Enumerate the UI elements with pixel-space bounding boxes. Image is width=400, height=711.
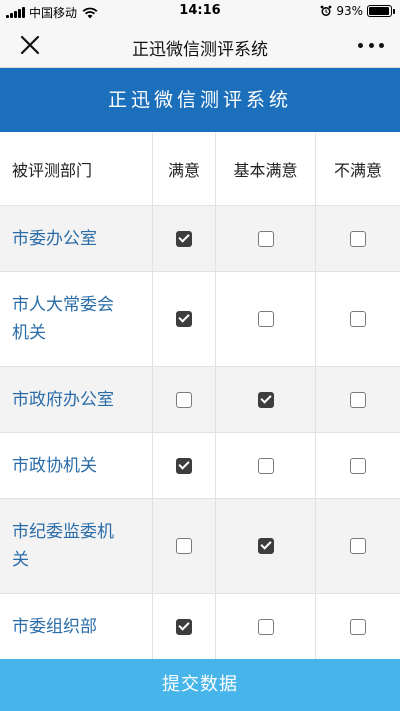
basic-satisfied-checkbox[interactable] <box>257 311 274 327</box>
dept-name[interactable]: 市委办公室 <box>12 225 97 253</box>
satisfied-cell <box>153 272 216 366</box>
table-row: 市政府办公室 <box>0 367 400 433</box>
dissatisfied-cell <box>316 367 400 432</box>
header-cell-dept: 被评测部门 <box>0 132 153 205</box>
dept-name[interactable]: 市纪委监委机关 <box>12 518 114 574</box>
dissatisfied-checkbox[interactable] <box>350 391 366 408</box>
dept-name-line1: 市委办公室 <box>12 228 97 249</box>
basic-satisfied-checkbox[interactable] <box>257 457 274 474</box>
table-header-row: 被评测部门 满意 基本满意 不满意 <box>0 132 400 206</box>
dissatisfied-cell <box>316 206 400 271</box>
dept-cell: 市委组织部 <box>0 594 153 659</box>
dissatisfied-cell <box>316 594 400 659</box>
header-dept-label: 被评测部门 <box>12 160 93 180</box>
evaluation-table: 被评测部门 满意 基本满意 不满意 市委办公室市人大常委会 机关市政府办公室 市政协… <box>0 132 400 660</box>
battery-percent: 93% <box>336 4 363 18</box>
satisfied-cell <box>153 206 216 271</box>
dept-cell: 市政府办公室 <box>0 367 153 432</box>
dept-cell: 市纪委监委机关 <box>0 499 153 593</box>
table-row: 市纪委监委机关 <box>0 499 400 594</box>
dept-name[interactable]: 市政协机关 <box>12 452 97 480</box>
dissatisfied-checkbox[interactable] <box>350 457 366 474</box>
nav-bar: 正迅微信测评系统 <box>0 22 400 68</box>
basic-satisfied-cell <box>216 367 316 432</box>
battery-icon <box>367 5 395 17</box>
basic-satisfied-cell <box>216 206 316 271</box>
satisfied-cell <box>153 367 216 432</box>
basic-satisfied-checkbox[interactable] <box>257 230 274 247</box>
basic-satisfied-cell <box>216 594 316 659</box>
basic-satisfied-checkbox[interactable] <box>257 618 274 635</box>
satisfied-checkbox[interactable] <box>176 538 192 554</box>
dept-name-line1: 市人大常委会 <box>12 295 114 315</box>
dissatisfied-checkbox[interactable] <box>350 538 366 554</box>
dept-name-line1: 市政府办公室 <box>12 389 114 410</box>
header-basic-label: 基本满意 <box>233 160 298 180</box>
dept-name[interactable]: 市政府办公室 <box>12 386 114 414</box>
battery-tip <box>393 9 395 14</box>
dissatisfied-cell <box>316 499 400 593</box>
satisfied-checkbox[interactable] <box>176 311 192 327</box>
satisfied-checkbox[interactable] <box>176 618 192 635</box>
dept-name-line2: 机关 <box>12 323 46 343</box>
satisfied-checkbox[interactable] <box>176 391 192 408</box>
dept-name-line1: 市委组织部 <box>12 616 97 637</box>
header-cell-dissatisfied: 不满意 <box>316 132 400 205</box>
dept-name[interactable]: 市委组织部 <box>12 613 97 641</box>
header-cell-satisfied: 满意 <box>153 132 216 205</box>
submit-button[interactable]: 提交数据 <box>0 659 400 711</box>
dept-cell: 市人大常委会 机关 <box>0 272 153 366</box>
header-satisfied-label: 满意 <box>167 160 200 180</box>
dept-name-line2: 关 <box>12 550 29 570</box>
dissatisfied-cell <box>316 433 400 498</box>
more-icon[interactable] <box>358 33 384 57</box>
table-row: 市委办公室 <box>0 206 400 272</box>
satisfied-cell <box>153 499 216 593</box>
table-row: 市政协机关 <box>0 433 400 499</box>
satisfied-checkbox[interactable] <box>176 457 192 474</box>
satisfied-checkbox[interactable] <box>176 230 192 247</box>
dept-cell: 市委办公室 <box>0 206 153 271</box>
dissatisfied-checkbox[interactable] <box>350 311 366 327</box>
header-dissatisfied-label: 不满意 <box>333 160 382 180</box>
basic-satisfied-checkbox[interactable] <box>257 538 274 554</box>
basic-satisfied-cell <box>216 433 316 498</box>
header-cell-basic: 基本满意 <box>216 132 316 205</box>
status-bar: 中国移动 14:16 93% <box>0 0 400 22</box>
table-body: 市委办公室市人大常委会 机关市政府办公室 市政协机关市纪委监委机关市委组织部 <box>0 206 400 660</box>
alarm-icon <box>320 5 332 16</box>
dept-name[interactable]: 市人大常委会 机关 <box>12 291 114 347</box>
satisfied-cell <box>153 433 216 498</box>
table-row: 市人大常委会 机关 <box>0 272 400 367</box>
table-row: 市委组织部 <box>0 594 400 660</box>
basic-satisfied-checkbox[interactable] <box>257 391 274 408</box>
page-banner: 正迅微信测评系统 <box>0 68 400 132</box>
basic-satisfied-cell <box>216 499 316 593</box>
battery-fill <box>369 7 389 15</box>
dissatisfied-checkbox[interactable] <box>350 230 366 247</box>
dissatisfied-checkbox[interactable] <box>350 618 366 635</box>
nav-title: 正迅微信测评系统 <box>132 40 268 60</box>
satisfied-cell <box>153 594 216 659</box>
status-right: 93% <box>320 4 395 18</box>
dissatisfied-cell <box>316 272 400 366</box>
dept-cell: 市政协机关 <box>0 433 153 498</box>
dept-name-line1: 市纪委监委机 <box>12 522 114 542</box>
basic-satisfied-cell <box>216 272 316 366</box>
dept-name-line1: 市政协机关 <box>12 455 97 476</box>
